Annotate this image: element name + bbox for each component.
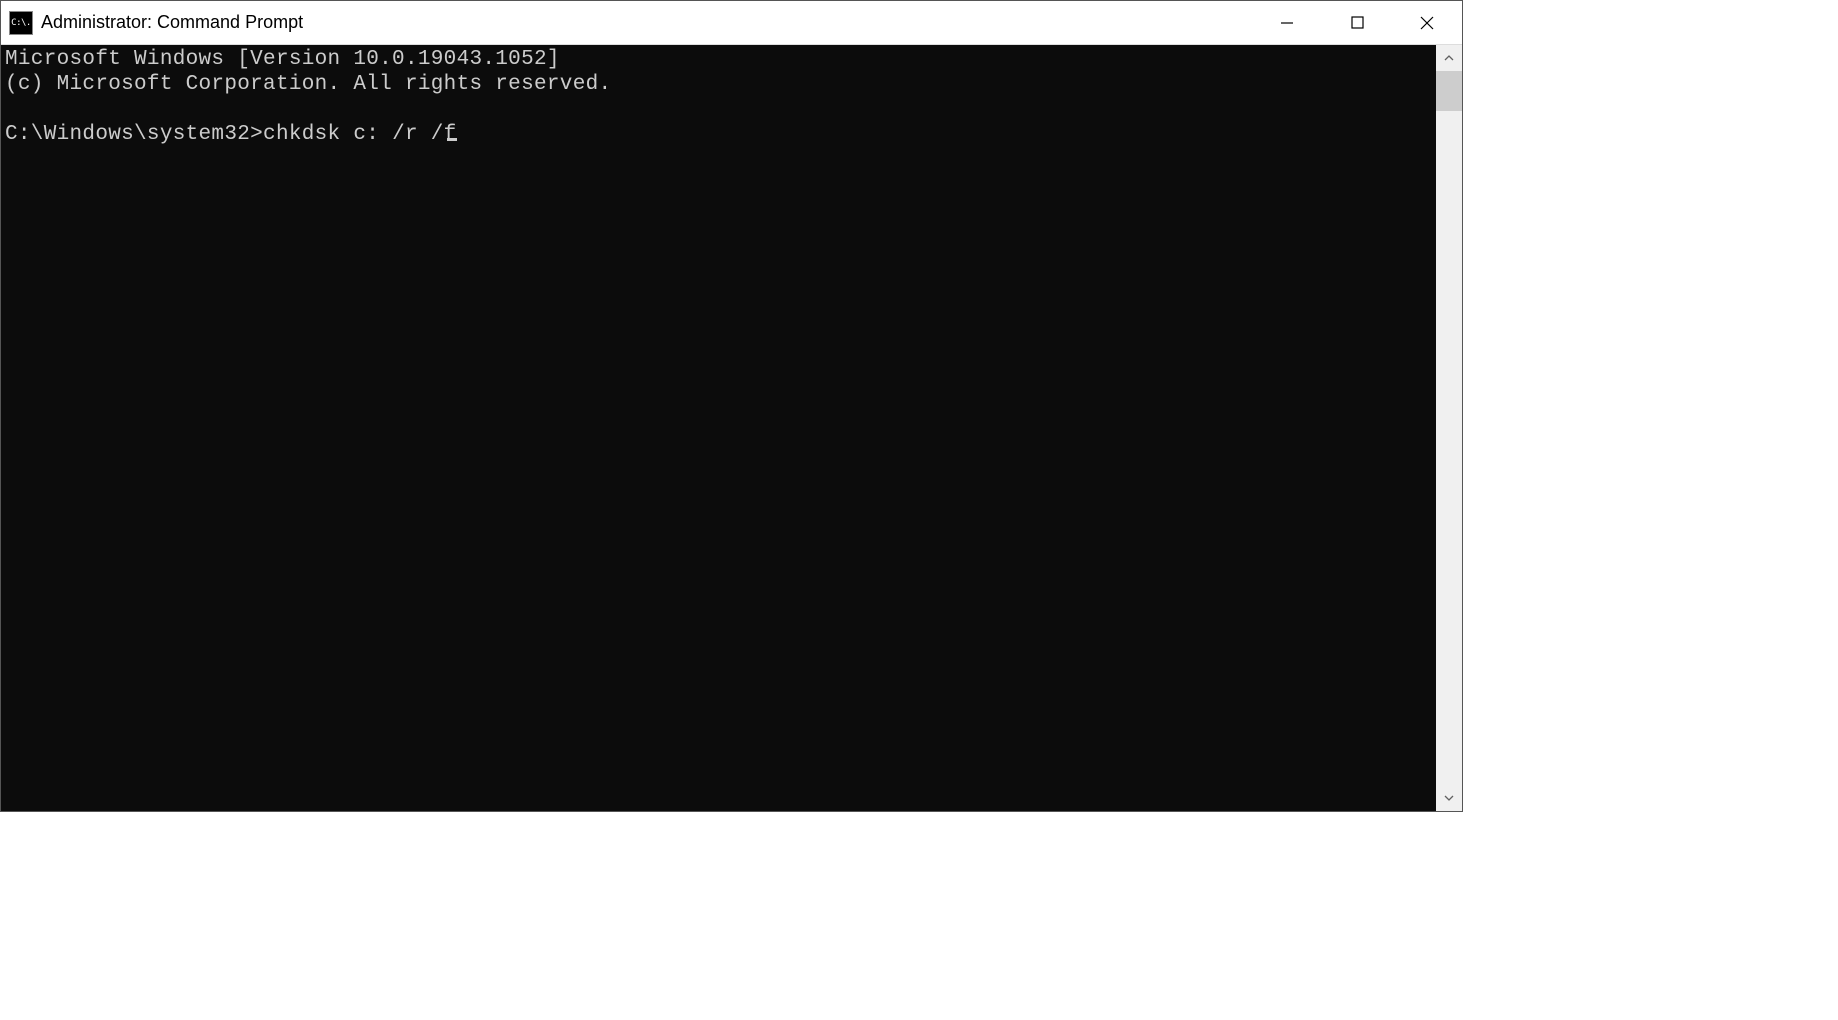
version-line: Microsoft Windows [Version 10.0.19043.10…: [5, 48, 560, 71]
scroll-track[interactable]: [1436, 71, 1462, 785]
vertical-scrollbar[interactable]: [1436, 45, 1462, 811]
chevron-up-icon: [1444, 55, 1454, 61]
maximize-icon: [1351, 16, 1364, 29]
window-controls: [1252, 1, 1462, 44]
close-icon: [1420, 16, 1434, 30]
titlebar-left: C:\. Administrator: Command Prompt: [1, 11, 303, 35]
content-area: Microsoft Windows [Version 10.0.19043.10…: [1, 45, 1462, 811]
window-title: Administrator: Command Prompt: [41, 12, 303, 33]
command-prompt-window: C:\. Administrator: Command Prompt: [0, 0, 1463, 812]
scroll-up-button[interactable]: [1436, 45, 1462, 71]
cmd-icon: C:\.: [9, 11, 33, 35]
chevron-down-icon: [1444, 795, 1454, 801]
titlebar[interactable]: C:\. Administrator: Command Prompt: [1, 1, 1462, 45]
close-button[interactable]: [1392, 1, 1462, 44]
maximize-button[interactable]: [1322, 1, 1392, 44]
copyright-line: (c) Microsoft Corporation. All rights re…: [5, 73, 611, 96]
minimize-icon: [1280, 16, 1294, 30]
prompt-text: C:\Windows\system32>: [5, 123, 263, 146]
minimize-button[interactable]: [1252, 1, 1322, 44]
command-text: chkdsk c: /r /f: [263, 123, 457, 146]
scroll-thumb[interactable]: [1436, 71, 1462, 111]
terminal-output[interactable]: Microsoft Windows [Version 10.0.19043.10…: [1, 45, 1436, 811]
scroll-down-button[interactable]: [1436, 785, 1462, 811]
cursor: [447, 138, 457, 141]
